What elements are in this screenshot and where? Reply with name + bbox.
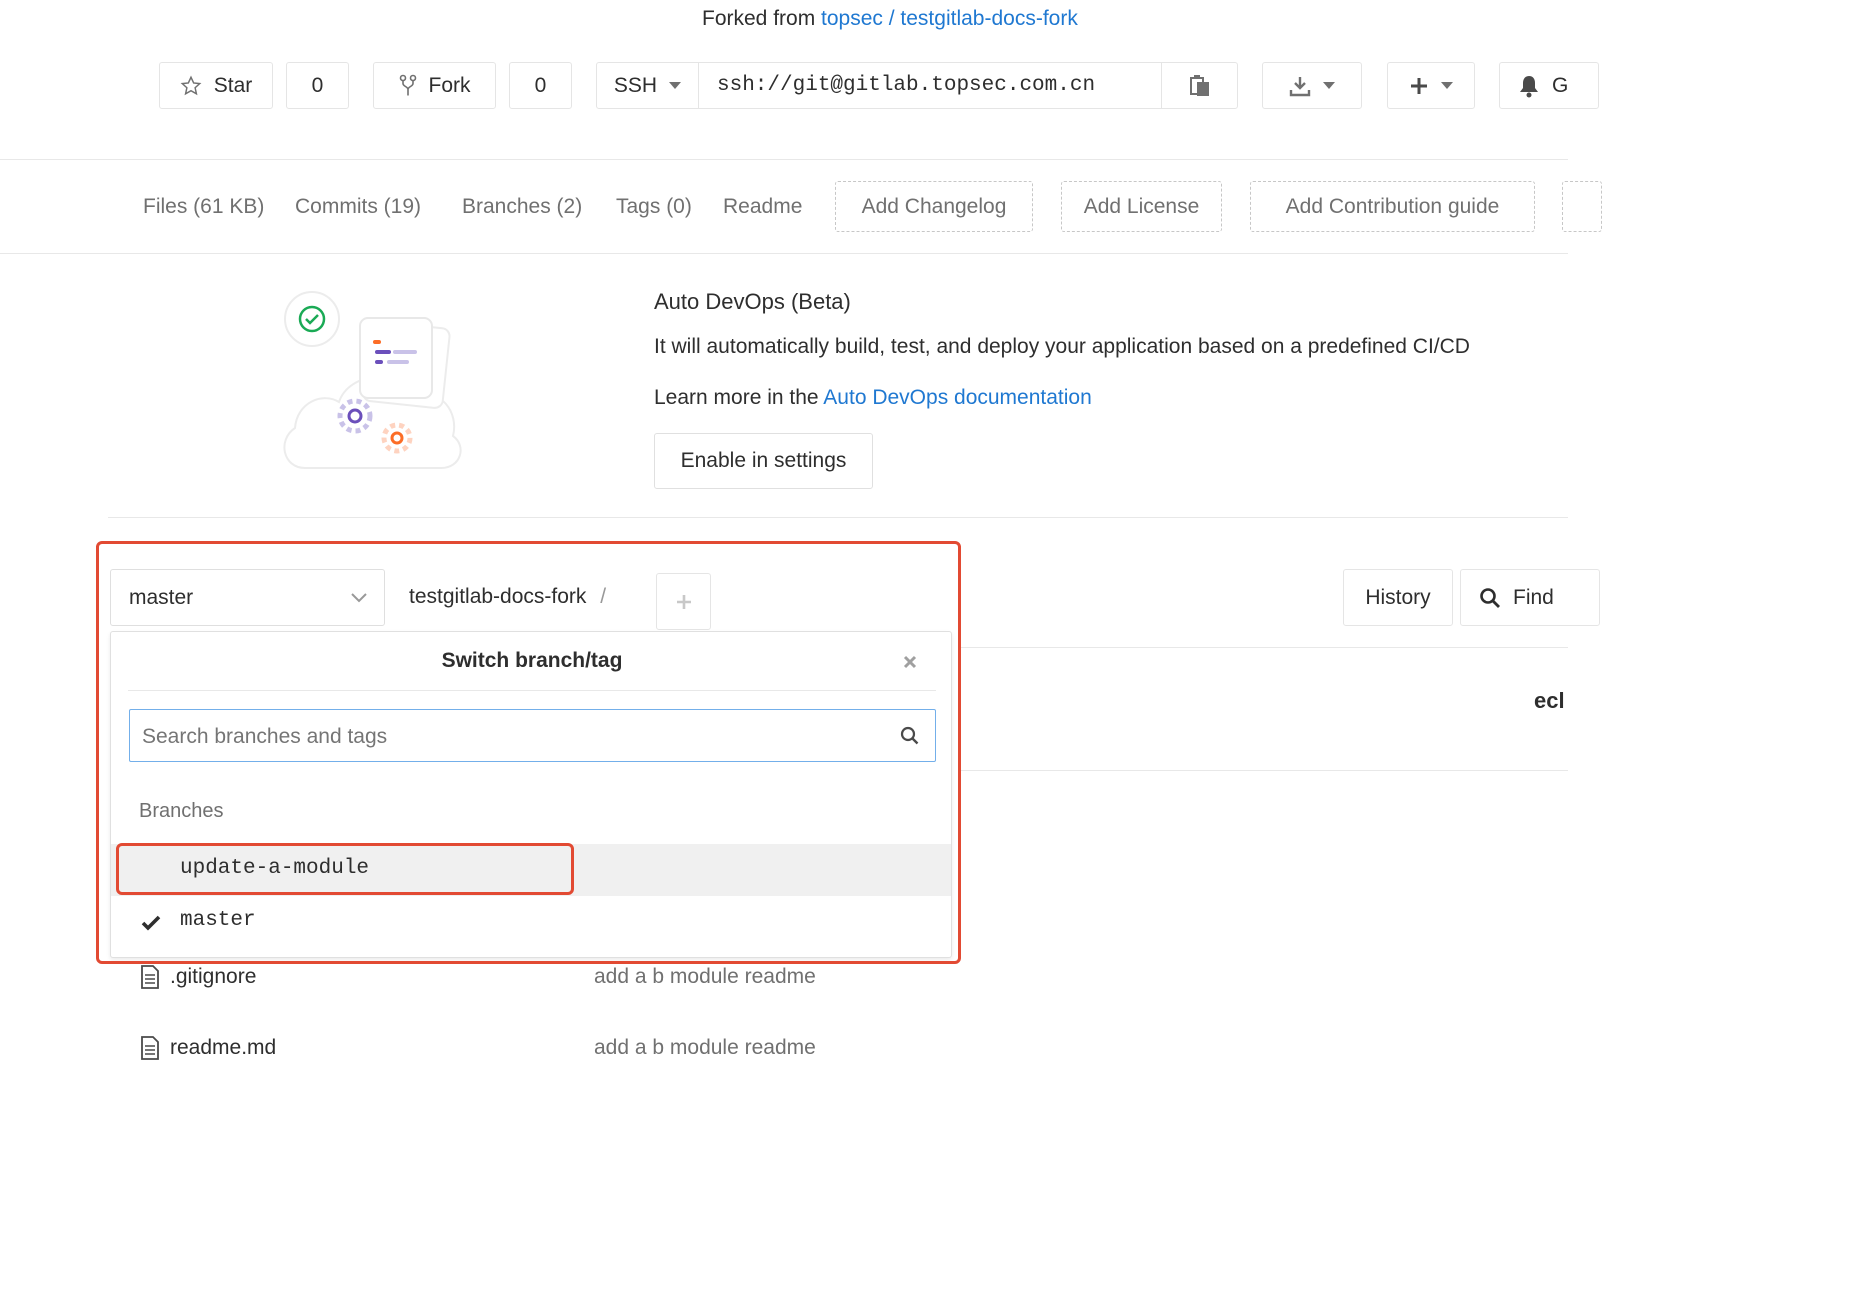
enable-in-settings-label: Enable in settings (680, 449, 847, 472)
add-license-label: Add License (1083, 194, 1200, 218)
branch-item-update-a-module[interactable]: update-a-module (111, 844, 951, 896)
auto-devops-learn-more: Learn more in the Auto DevOps documentat… (654, 386, 1092, 410)
fork-icon (399, 74, 416, 95)
chevron-down-icon (669, 82, 682, 89)
branch-item-master[interactable]: master (111, 896, 951, 948)
nav-files[interactable]: Files (61 KB) (143, 195, 264, 219)
forked-from: Forked from topsec / testgitlab-docs-for… (702, 7, 1078, 31)
history-label: History (1365, 585, 1431, 609)
bell-icon (1520, 75, 1538, 97)
breadcrumb-root[interactable]: testgitlab-docs-fork (409, 585, 586, 608)
forked-link[interactable]: topsec / testgitlab-docs-fork (821, 7, 1078, 30)
search-icon (1480, 587, 1500, 608)
protocol-label: SSH (613, 73, 658, 97)
new-item-dropdown[interactable] (1387, 62, 1475, 109)
auto-devops-title: Auto DevOps (Beta) (654, 289, 851, 314)
branch-select-dropdown[interactable]: master (110, 569, 385, 626)
add-contribution-label: Add Contribution guide (1285, 194, 1500, 218)
clipboard-icon (1189, 74, 1209, 96)
branch-search-field[interactable] (130, 710, 894, 763)
divider (0, 159, 1568, 160)
add-license-button[interactable]: Add License (1061, 181, 1222, 232)
add-contribution-button[interactable]: Add Contribution guide (1250, 181, 1535, 232)
fork-count-value: 0 (534, 73, 547, 97)
add-file-dropdown[interactable] (656, 573, 711, 630)
download-dropdown[interactable] (1262, 62, 1362, 109)
nav-readme[interactable]: Readme (723, 195, 802, 219)
fork-count[interactable]: 0 (509, 62, 572, 109)
forked-prefix: Forked from (702, 7, 816, 30)
file-name[interactable]: .gitignore (170, 965, 256, 989)
notification-label: G (1552, 73, 1569, 97)
star-count[interactable]: 0 (286, 62, 349, 109)
branch-dropdown-menu: Switch branch/tag Branches update-a-modu… (110, 631, 952, 958)
auto-devops-doc-link[interactable]: Auto DevOps documentation (823, 386, 1092, 409)
download-icon (1289, 76, 1311, 96)
branch-item-label: master (180, 909, 256, 932)
auto-devops-description: It will automatically build, test, and d… (654, 335, 1470, 358)
branch-select-value: master (129, 585, 194, 609)
star-label: Star (213, 73, 253, 97)
breadcrumb-separator: / (600, 585, 607, 608)
protocol-dropdown[interactable]: SSH (596, 62, 699, 109)
check-icon (141, 915, 161, 931)
add-changelog-label: Add Changelog (861, 194, 1007, 218)
search-icon (900, 726, 919, 745)
nav-branches[interactable]: Branches (2) (462, 195, 582, 219)
clone-url-input[interactable]: ssh://git@gitlab.topsec.com.cn (698, 62, 1162, 109)
auto-devops-illustration (283, 291, 462, 469)
dropdown-title: Switch branch/tag (441, 649, 623, 672)
chevron-down-icon (1323, 82, 1335, 89)
star-icon (180, 75, 202, 95)
breadcrumb: testgitlab-docs-fork / (409, 585, 606, 609)
close-icon[interactable] (902, 654, 918, 670)
divider (960, 770, 1568, 771)
chevron-down-icon (351, 592, 367, 602)
branch-search-input[interactable] (129, 709, 936, 763)
divider (0, 253, 1568, 254)
add-changelog-button[interactable]: Add Changelog (835, 181, 1033, 232)
file-commit-message[interactable]: add a b module readme (594, 965, 816, 989)
chevron-down-icon (1441, 82, 1453, 89)
file-row[interactable]: readme.md (140, 1036, 276, 1060)
nav-commits[interactable]: Commits (19) (295, 195, 421, 219)
star-count-value: 0 (311, 73, 324, 97)
learn-more-prefix: Learn more in the (654, 386, 819, 409)
divider (108, 517, 1568, 518)
file-row[interactable]: .gitignore (140, 965, 256, 989)
notification-dropdown[interactable]: G (1499, 62, 1599, 109)
clone-url-text: ssh://git@gitlab.topsec.com.cn (717, 74, 1096, 97)
copy-url-button[interactable] (1161, 62, 1238, 109)
branch-item-label: update-a-module (180, 857, 370, 880)
star-button[interactable]: Star (159, 62, 273, 109)
plus-icon (676, 594, 691, 609)
fork-label: Fork (428, 73, 471, 97)
last-commit-partial: ecl (1534, 688, 1565, 713)
fork-button[interactable]: Fork (373, 62, 496, 109)
file-icon (141, 1036, 159, 1060)
divider (960, 647, 1568, 648)
dropdown-divider (128, 690, 936, 691)
plus-icon (1411, 77, 1427, 94)
file-name[interactable]: readme.md (170, 1036, 276, 1060)
find-file-label: Find (1513, 585, 1554, 609)
file-commit-message[interactable]: add a b module readme (594, 1036, 816, 1060)
history-button[interactable]: History (1343, 569, 1453, 626)
file-icon (141, 965, 159, 989)
nav-tags[interactable]: Tags (0) (616, 195, 692, 219)
enable-in-settings-button[interactable]: Enable in settings (654, 433, 873, 489)
add-more-button[interactable] (1562, 181, 1602, 232)
branches-section-label: Branches (139, 800, 224, 822)
find-file-button[interactable]: Find (1460, 569, 1600, 626)
